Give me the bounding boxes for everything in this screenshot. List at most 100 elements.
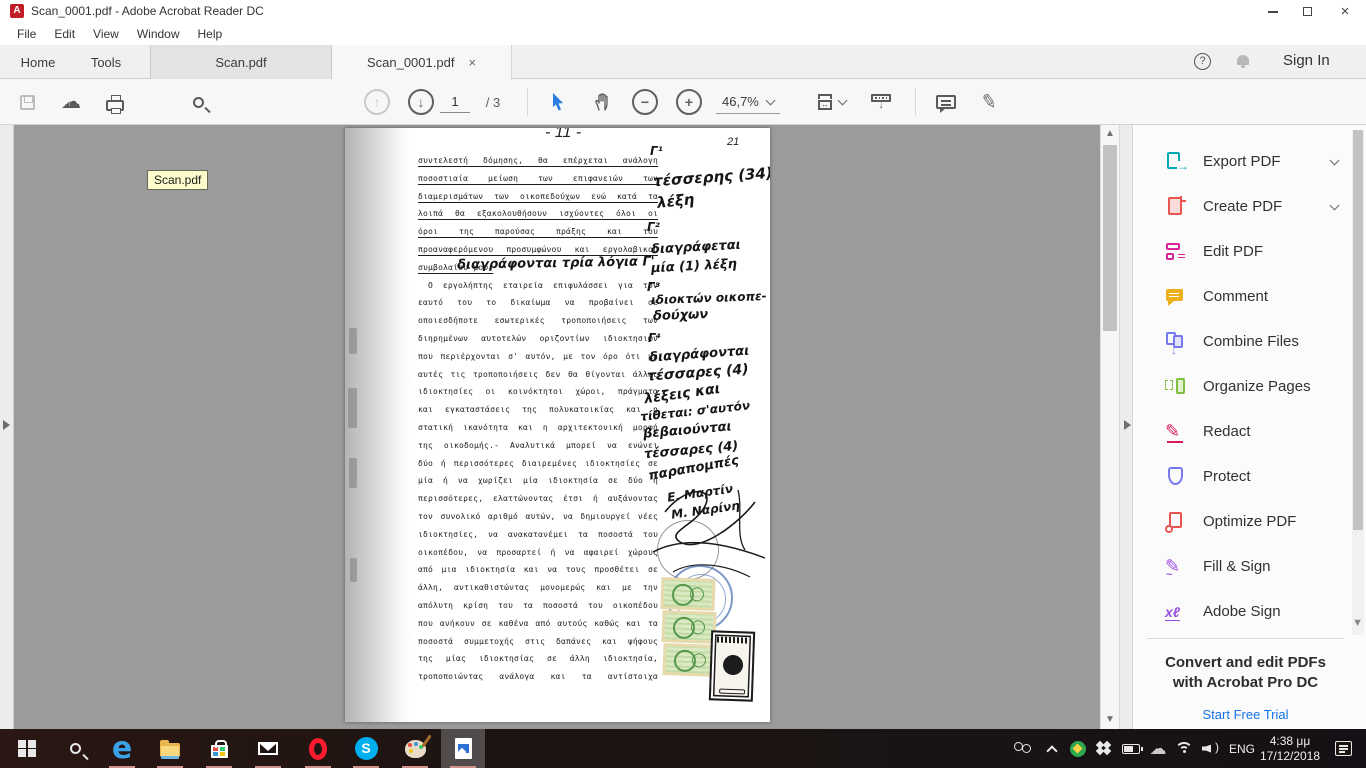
- restore-button[interactable]: [1290, 0, 1324, 23]
- minimize-button[interactable]: [1256, 0, 1290, 23]
- handwritten-annotation: δούχων: [653, 307, 709, 324]
- sidebar-item-fill-sign[interactable]: ✎~ Fill & Sign: [1133, 544, 1348, 589]
- zoom-level-dropdown[interactable]: 46,7%: [716, 79, 780, 125]
- zoom-in-button[interactable]: +: [675, 79, 703, 125]
- taskbar-store[interactable]: [197, 729, 241, 768]
- sidebar-item-comment[interactable]: Comment: [1133, 274, 1348, 319]
- volume-icon[interactable]: ): [1198, 729, 1224, 768]
- menu-file[interactable]: File: [8, 27, 45, 41]
- help-icon[interactable]: ?: [1194, 53, 1211, 70]
- left-pane-handle[interactable]: [0, 125, 14, 729]
- taskbar-skype[interactable]: S: [344, 729, 388, 768]
- scrollbar-thumb[interactable]: [1353, 130, 1363, 530]
- sidebar-item-organize-pages[interactable]: Organize Pages: [1133, 364, 1348, 409]
- upload-cloud-button[interactable]: ☁↑: [56, 79, 86, 125]
- document-viewer[interactable]: - 11 - 21 συντελεστή δόμησης, θα επέρχετ…: [14, 125, 1100, 729]
- zoom-out-button[interactable]: −: [631, 79, 659, 125]
- close-button[interactable]: ×: [1328, 0, 1362, 23]
- start-button[interactable]: [5, 729, 49, 768]
- hand-tool-button[interactable]: [588, 79, 616, 125]
- emblem-stamp: [709, 630, 755, 701]
- clock[interactable]: 4:38 μμ 17/12/2018: [1258, 729, 1322, 768]
- sidebar-item-combine-files[interactable]: ↓ Combine Files: [1133, 319, 1348, 364]
- right-pane-handle[interactable]: [1119, 125, 1133, 729]
- scroll-down-icon[interactable]: ▼: [1101, 711, 1119, 729]
- menu-edit[interactable]: Edit: [45, 27, 84, 41]
- tab-scan-0001-pdf[interactable]: Scan_0001.pdf ×: [332, 45, 512, 80]
- action-center-button[interactable]: [1326, 729, 1360, 768]
- chevron-down-icon[interactable]: [1330, 200, 1340, 210]
- tray-green-app-icon[interactable]: [1066, 729, 1090, 768]
- document-text-line: λοιπά θα εξακολουθήσουν ισχύοντες όλοι ο…: [418, 205, 658, 223]
- fit-width-button[interactable]: ↔: [812, 79, 852, 125]
- scan-smudge: [349, 458, 357, 488]
- tab-tools[interactable]: Tools: [74, 45, 138, 79]
- document-text-line: οποιεσδήποτε εσωτερικές τροποποιήσεις τω…: [418, 312, 658, 330]
- tray-date: 17/12/2018: [1260, 749, 1320, 764]
- start-free-trial-link[interactable]: Start Free Trial: [1203, 707, 1289, 722]
- dropbox-tray-icon[interactable]: [1092, 729, 1116, 768]
- sidebar-item-redact[interactable]: ✎ Redact: [1133, 409, 1348, 454]
- print-button[interactable]: [100, 79, 130, 125]
- taskbar-photos-active[interactable]: [441, 729, 485, 768]
- document-scrollbar[interactable]: ▲ ▼: [1100, 125, 1119, 729]
- notification-bell-icon[interactable]: [1237, 55, 1249, 65]
- expand-right-icon: [3, 420, 10, 430]
- language-indicator[interactable]: ENG: [1226, 729, 1258, 768]
- battery-icon[interactable]: [1118, 729, 1144, 768]
- menu-view[interactable]: View: [84, 27, 128, 41]
- tab-scan-pdf[interactable]: Scan.pdf: [150, 45, 332, 79]
- wifi-icon[interactable]: [1172, 729, 1196, 768]
- scrolling-mode-button[interactable]: ↓: [866, 79, 896, 125]
- sign-in-button[interactable]: Sign In: [1283, 52, 1330, 69]
- document-text-line: δύο ή περισσότερες διαιρεμένες ιδιοκτησί…: [418, 455, 658, 473]
- sidebar-item-adobe-sign[interactable]: xℓ Adobe Sign: [1133, 589, 1348, 634]
- chevron-down-icon[interactable]: [1330, 155, 1340, 165]
- sidebar-item-edit-pdf[interactable]: Edit PDF: [1133, 229, 1348, 274]
- sidebar-item-create-pdf[interactable]: Create PDF: [1133, 184, 1348, 229]
- document-text-line: ιδιοκτησίες, να ανακατανέμει τα ποσοστά …: [418, 526, 658, 544]
- arrow-down-icon: ↓: [408, 89, 434, 115]
- tab-label: Scan_0001.pdf: [367, 55, 454, 70]
- document-text-line: απόλυτη κρίση του τα ποσοστά του οικοπέδ…: [418, 597, 658, 615]
- save-button[interactable]: [14, 79, 40, 125]
- select-tool-button[interactable]: [545, 79, 571, 125]
- taskbar-opera[interactable]: [296, 729, 340, 768]
- menu-help[interactable]: Help: [189, 27, 232, 41]
- taskbar-search-button[interactable]: [53, 729, 97, 768]
- tab-home[interactable]: Home: [8, 45, 68, 79]
- taskbar-mail[interactable]: [246, 729, 290, 768]
- next-page-button[interactable]: ↓: [408, 79, 434, 125]
- scroll-up-icon[interactable]: ▲: [1101, 125, 1119, 143]
- search-button[interactable]: [185, 79, 211, 125]
- store-icon: [211, 745, 228, 758]
- previous-page-button[interactable]: ↑: [364, 79, 390, 125]
- taskbar-file-explorer[interactable]: [148, 729, 192, 768]
- scrollbar-thumb[interactable]: [1103, 145, 1117, 331]
- comment-tool-button[interactable]: [931, 79, 961, 125]
- highlight-tool-button[interactable]: ✎: [974, 79, 1004, 125]
- tray-expand-chevron[interactable]: [1040, 729, 1064, 768]
- document-text-line: ποσοστιαία μείωση των επιφανειών των: [418, 170, 658, 188]
- sidebar-item-optimize-pdf[interactable]: Optimize PDF: [1133, 499, 1348, 544]
- redact-icon: ✎: [1165, 421, 1187, 443]
- page-number-input[interactable]: 1: [440, 79, 470, 125]
- people-tray-icon[interactable]: [1008, 729, 1038, 768]
- taskbar-paint[interactable]: [393, 729, 437, 768]
- pdf-page[interactable]: - 11 - 21 συντελεστή δόμησης, θα επέρχετ…: [345, 128, 770, 722]
- export-pdf-icon: →: [1165, 151, 1187, 173]
- taskbar-edge[interactable]: e: [100, 729, 144, 768]
- sidebar-item-protect[interactable]: Protect: [1133, 454, 1348, 499]
- scroll-down-icon[interactable]: ▼: [1352, 617, 1363, 629]
- file-explorer-icon: [160, 743, 180, 757]
- sidebar-scrollbar[interactable]: [1352, 130, 1364, 635]
- sidebar-item-label: Adobe Sign: [1203, 603, 1281, 620]
- page-header-mark: - 11 -: [545, 128, 581, 142]
- expand-right-icon: [1124, 420, 1131, 430]
- create-pdf-icon: [1165, 196, 1187, 218]
- menu-window[interactable]: Window: [128, 27, 189, 41]
- signature-scribble: [643, 480, 770, 600]
- tab-close-icon[interactable]: ×: [468, 55, 476, 70]
- onedrive-cloud-icon[interactable]: ☁: [1146, 729, 1170, 768]
- sidebar-item-export-pdf[interactable]: → Export PDF: [1133, 139, 1348, 184]
